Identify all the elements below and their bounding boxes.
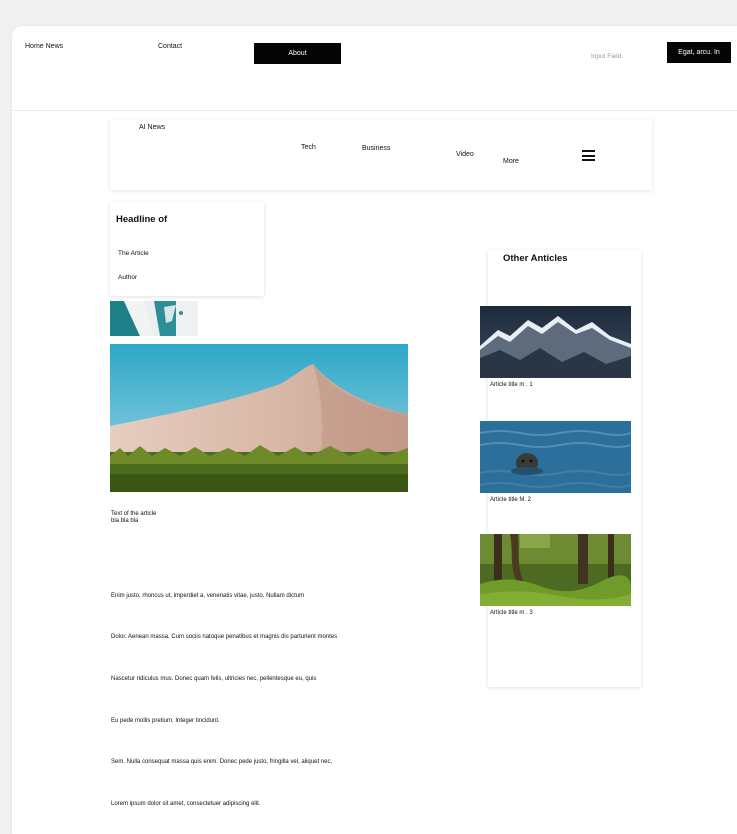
article-intro-line-2: bla bla bla bbox=[111, 518, 139, 524]
sidebar-item-2-title[interactable]: Article title M. 2 bbox=[490, 497, 531, 503]
top-navigation: Home News Contact About Input Field Egat… bbox=[12, 26, 737, 111]
article-paragraph-6: Lorem ipsum dolor sit amet, consectetuer… bbox=[111, 801, 261, 807]
sidebar-item-3-image[interactable] bbox=[480, 534, 631, 606]
sidebar-item-3-title[interactable]: Article title m . 3 bbox=[490, 610, 533, 616]
about-button[interactable]: About bbox=[254, 43, 341, 64]
sidebar-item-2-image[interactable] bbox=[480, 421, 631, 493]
category-video-link[interactable]: Video bbox=[456, 151, 474, 158]
article-author[interactable]: Author bbox=[118, 274, 137, 281]
article-small-image bbox=[110, 301, 198, 336]
header-input-field[interactable]: Input Field bbox=[591, 53, 621, 60]
sidebar-item-1-title[interactable]: Article title m . 1 bbox=[490, 382, 533, 388]
nav-home-news-link[interactable]: Home News bbox=[25, 43, 63, 50]
article-paragraph-1: Enim justo, rhoncus ut, imperdiet a, ven… bbox=[111, 593, 305, 599]
nav-contact-link[interactable]: Contact bbox=[158, 43, 182, 50]
article-intro-line-1: Text of the article bbox=[111, 511, 157, 517]
header-action-button[interactable]: Egat, arcu. In bbox=[667, 42, 731, 63]
sidebar-title: Other Anticles bbox=[503, 253, 568, 264]
page-frame: Home News Contact About Input Field Egat… bbox=[12, 26, 737, 834]
headline-card: Headline of The Article Author bbox=[110, 202, 264, 296]
article-paragraph-2: Dolor. Aenean massa. Cum sociis natoque … bbox=[111, 634, 338, 640]
article-hero-image bbox=[110, 344, 408, 492]
article-paragraph-4: Eu pede mollis pretium. Integer tincidun… bbox=[111, 718, 220, 724]
category-more-link[interactable]: More bbox=[503, 158, 519, 165]
brand-link[interactable]: AI News bbox=[139, 124, 165, 131]
category-tech-link[interactable]: Tech bbox=[301, 144, 316, 151]
sidebar-item-1-image[interactable] bbox=[480, 306, 631, 378]
hamburger-menu-icon[interactable] bbox=[582, 150, 595, 161]
article-paragraph-3: Nascetur ridiculus mus. Donec quam felis… bbox=[111, 676, 317, 682]
article-subtitle: The Article bbox=[118, 250, 149, 257]
category-nav: AI News Tech Business Video More bbox=[110, 120, 652, 190]
article-paragraph-5: Sem. Nulla consequat massa quis enim. Do… bbox=[111, 759, 333, 765]
article-headline: Headline of bbox=[116, 214, 168, 225]
category-business-link[interactable]: Business bbox=[362, 145, 390, 152]
